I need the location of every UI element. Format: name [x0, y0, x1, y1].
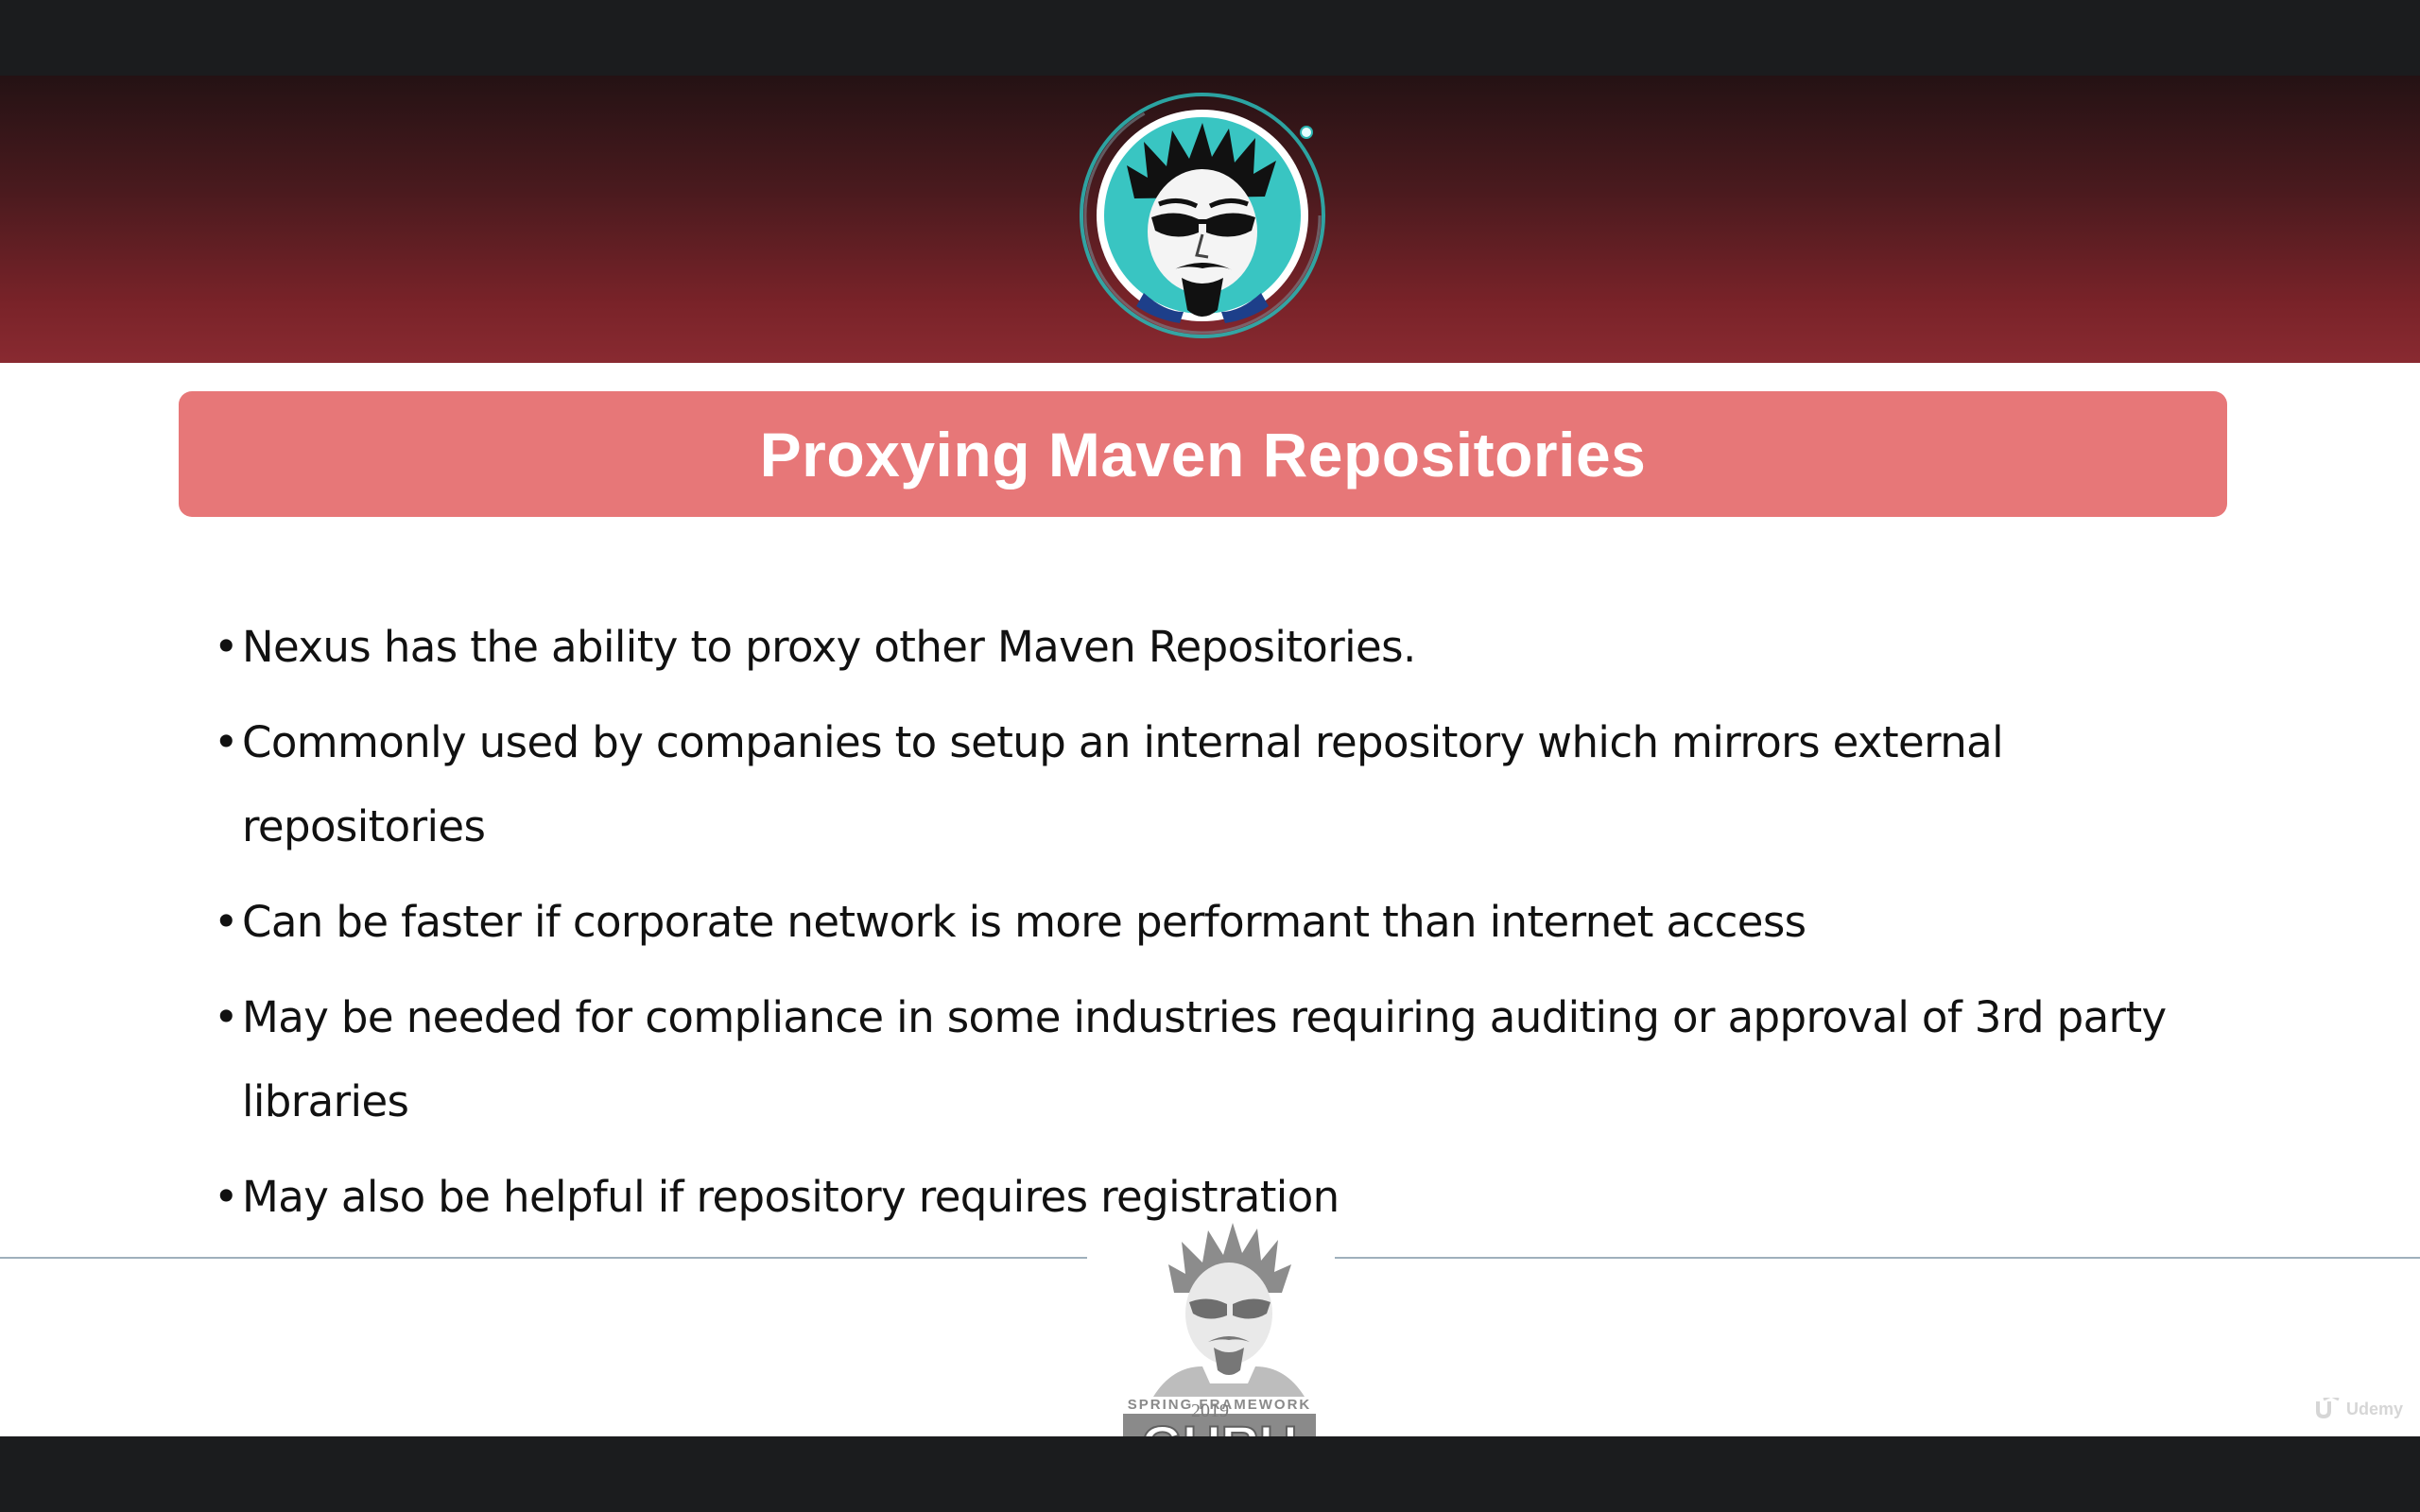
bullet-text: Commonly used by companies to setup an i… [242, 717, 2004, 851]
guru-face-icon [1153, 1223, 1305, 1397]
bullet-dot: • [214, 622, 239, 672]
bullet-dot: • [214, 897, 239, 947]
letterbox-top [0, 0, 2420, 76]
bullet-dot: • [214, 992, 239, 1042]
udemy-watermark: Udemy [2314, 1393, 2418, 1425]
bullet-dot: • [214, 717, 239, 767]
bullet-text: May be needed for compliance in some ind… [242, 992, 2167, 1126]
title-banner: Proxying Maven Repositories [179, 391, 2227, 517]
logo-year: 2019 [1191, 1400, 1229, 1421]
bullet-list: • Nexus has the ability to proxy other M… [214, 605, 2246, 1250]
presenter-avatar [1061, 76, 1344, 359]
bullet-text: Nexus has the ability to proxy other Mav… [242, 622, 1416, 672]
letterbox-bottom [0, 1436, 2420, 1512]
bullet-text: Can be faster if corporate network is mo… [242, 897, 1806, 947]
footer-divider-left [0, 1257, 1087, 1259]
bullet-item: • Nexus has the ability to proxy other M… [214, 605, 2246, 689]
bullet-dot: • [214, 1172, 239, 1222]
avatar-illustration [1080, 93, 1325, 338]
udemy-logo-icon [2316, 1398, 2340, 1419]
slide-title: Proxying Maven Repositories [759, 419, 1647, 490]
footer-divider-right [1335, 1257, 2420, 1259]
slide: Proxying Maven Repositories • Nexus has … [0, 76, 2420, 1436]
guru-logo: SPRING FRAMEWORK GURU [1115, 1181, 1323, 1436]
watermark-text: Udemy [2346, 1399, 2404, 1418]
bullet-item: • May be needed for compliance in some i… [214, 975, 2246, 1143]
bullet-item: • Commonly used by companies to setup an… [214, 700, 2246, 868]
bullet-item: • Can be faster if corporate network is … [214, 880, 2246, 964]
